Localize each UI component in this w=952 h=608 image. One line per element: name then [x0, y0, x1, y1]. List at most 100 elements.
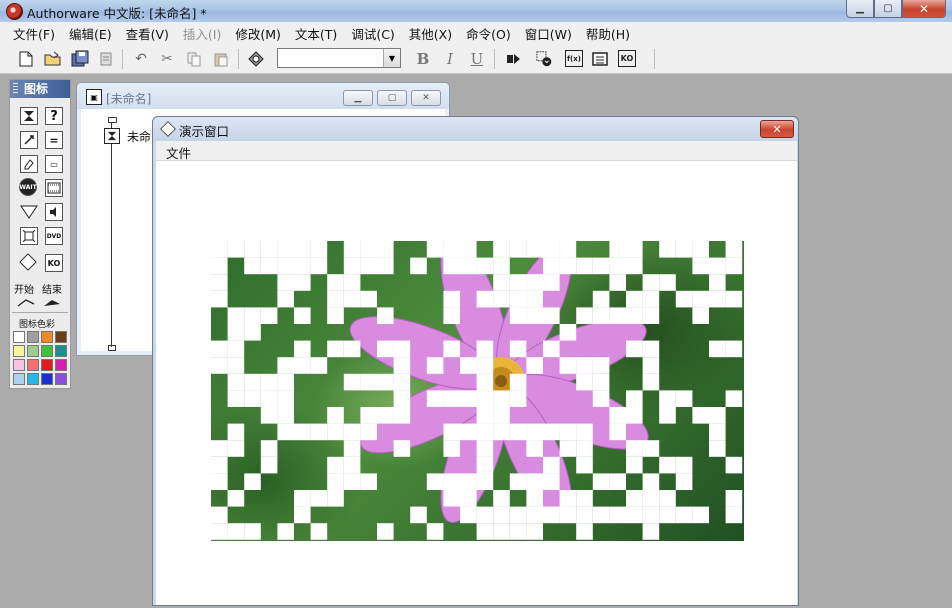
function-window-button[interactable]: f(x) — [565, 50, 583, 67]
presentation-close-button[interactable]: ✕ — [760, 120, 794, 138]
find-icon[interactable] — [247, 50, 265, 68]
minimize-button[interactable]: ▁ — [846, 0, 874, 18]
digital-movie-icon[interactable] — [45, 179, 63, 197]
color-swatch[interactable] — [41, 359, 53, 371]
mosaic-block — [692, 407, 709, 424]
navigate-icon[interactable] — [20, 203, 38, 221]
color-swatch[interactable] — [27, 345, 39, 357]
mosaic-block — [592, 390, 610, 407]
color-swatch[interactable] — [27, 373, 39, 385]
icon-palette-title[interactable]: 图标 — [10, 80, 70, 98]
mosaic-block — [310, 490, 328, 507]
mosaic-block — [576, 440, 593, 457]
italic-button[interactable]: I — [441, 50, 459, 68]
map-icon[interactable]: ▭ — [45, 155, 63, 173]
dvd-icon[interactable]: DVD — [45, 227, 63, 245]
mosaic-block — [559, 440, 577, 457]
mosaic-block — [260, 407, 278, 424]
mosaic-block — [509, 307, 527, 324]
sound-icon[interactable] — [45, 203, 63, 221]
color-swatch[interactable] — [27, 359, 39, 371]
new-file-icon[interactable] — [17, 50, 35, 68]
color-swatch[interactable] — [41, 331, 53, 343]
underline-button[interactable]: U — [468, 50, 486, 68]
design-maximize-button[interactable]: ▢ — [377, 90, 407, 106]
undo-icon[interactable]: ↶ — [132, 50, 150, 68]
mosaic-block — [642, 523, 660, 540]
knowledge-object-button[interactable]: KO — [618, 50, 636, 67]
design-minimize-button[interactable]: ▁ — [343, 90, 373, 106]
design-window-titlebar[interactable]: ▣ [未命名] ▁ ▢ ✕ — [77, 83, 449, 109]
paste-icon[interactable] — [212, 50, 230, 68]
save-all-icon[interactable] — [71, 50, 89, 68]
presentation-menu-file[interactable]: 文件 — [166, 143, 191, 162]
color-swatch[interactable] — [13, 359, 25, 371]
menu-edit[interactable]: 编辑(E) — [62, 24, 119, 43]
close-button[interactable]: ✕ — [902, 0, 946, 18]
color-swatch[interactable] — [13, 331, 25, 343]
mosaic-block — [377, 407, 394, 424]
color-swatch[interactable] — [55, 331, 67, 343]
color-swatch[interactable] — [13, 345, 25, 357]
menu-insert[interactable]: 插入(I) — [176, 24, 228, 43]
menu-window[interactable]: 窗口(W) — [518, 24, 579, 43]
bold-button[interactable]: B — [414, 50, 432, 68]
menu-text[interactable]: 文本(T) — [288, 24, 344, 43]
menu-file[interactable]: 文件(F) — [6, 24, 62, 43]
framework-icon[interactable] — [20, 227, 38, 245]
color-swatch[interactable] — [55, 373, 67, 385]
import-icon[interactable] — [97, 50, 115, 68]
mosaic-block — [559, 357, 577, 374]
app-titlebar[interactable]: Authorware 中文版: [未命名] * ▁ ▢ ✕ — [0, 0, 952, 22]
color-swatch[interactable] — [55, 345, 67, 357]
color-swatch[interactable] — [41, 345, 53, 357]
menu-help[interactable]: 帮助(H) — [579, 24, 637, 43]
presentation-window-titlebar[interactable]: 演示窗口 ✕ — [153, 117, 798, 141]
interaction-icon[interactable] — [19, 253, 37, 271]
flowline-end-marker — [108, 345, 116, 351]
display-icon[interactable] — [20, 107, 38, 125]
mosaic-block — [675, 456, 693, 474]
mosaic-block — [443, 490, 460, 507]
copy-icon[interactable] — [185, 50, 203, 68]
start-flag-icon[interactable] — [17, 297, 35, 311]
flow-icon-label[interactable]: 未命 — [127, 128, 151, 145]
menu-view[interactable]: 查看(V) — [119, 24, 176, 43]
display-icon[interactable] — [104, 128, 120, 144]
authorware-app-icon[interactable] — [6, 3, 23, 20]
presentation-canvas[interactable] — [156, 161, 797, 605]
motion-icon[interactable] — [20, 131, 38, 149]
color-swatch[interactable] — [13, 373, 25, 385]
text-style-combo[interactable]: ▼ — [277, 48, 401, 68]
decision-icon[interactable]: ? — [45, 107, 63, 125]
menu-other[interactable]: 其他(X) — [402, 24, 459, 43]
chevron-down-icon[interactable]: ▼ — [383, 49, 400, 67]
calculation-icon[interactable]: = — [45, 131, 63, 149]
color-swatch[interactable] — [55, 359, 67, 371]
maximize-button[interactable]: ▢ — [874, 0, 902, 18]
mosaic-block — [227, 373, 245, 391]
menu-modify[interactable]: 修改(M) — [228, 24, 288, 43]
color-swatch[interactable] — [41, 373, 53, 385]
erase-icon[interactable] — [20, 155, 38, 173]
wait-icon[interactable]: WAIT — [19, 178, 37, 196]
menu-debug[interactable]: 调试(C) — [344, 24, 401, 43]
menu-command[interactable]: 命令(O) — [459, 24, 518, 43]
presentation-window: 演示窗口 ✕ 文件 — [152, 116, 799, 606]
mosaic-block — [493, 290, 510, 308]
cut-icon[interactable]: ✂ — [158, 50, 176, 68]
play-from-flag-icon[interactable] — [505, 50, 523, 68]
mosaic-block — [509, 390, 527, 407]
mosaic-block — [493, 257, 510, 275]
color-swatch[interactable] — [27, 331, 39, 343]
open-folder-icon[interactable] — [44, 50, 62, 68]
mosaic-block — [343, 257, 361, 275]
control-panel-icon[interactable] — [536, 50, 554, 68]
mosaic-transition-overlay — [211, 241, 743, 540]
mosaic-block — [277, 274, 294, 291]
design-close-button[interactable]: ✕ — [411, 90, 441, 106]
variable-window-icon[interactable] — [591, 50, 609, 68]
end-flag-icon[interactable] — [43, 297, 61, 311]
mosaic-block — [642, 307, 660, 324]
knowledge-object-icon[interactable]: KO — [45, 254, 63, 272]
